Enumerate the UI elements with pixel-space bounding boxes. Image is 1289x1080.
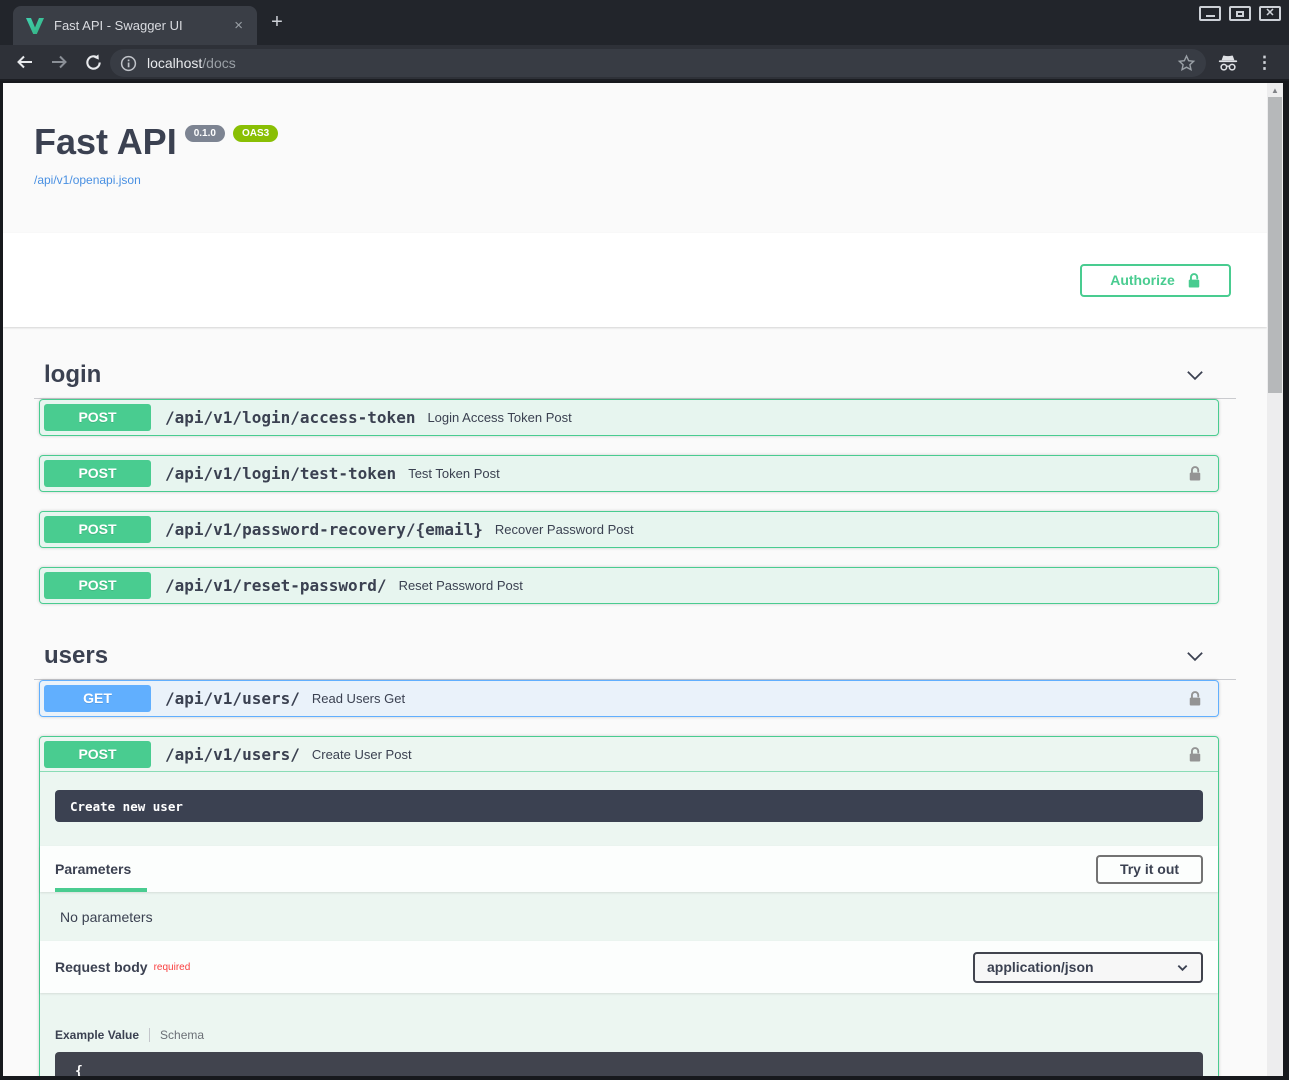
op-summary-text: Reset Password Post — [399, 578, 523, 593]
scrollbar-thumb[interactable] — [1268, 97, 1282, 393]
opblock-create-user: POST /api/v1/users/ Create User Post Cre… — [39, 736, 1219, 1076]
method-badge: POST — [44, 741, 151, 768]
tab-schema[interactable]: Schema — [160, 1028, 204, 1042]
tab-separator — [149, 1028, 150, 1042]
method-badge: POST — [44, 516, 151, 543]
op-path: /api/v1/reset-password/ — [165, 576, 387, 595]
oas-badge: OAS3 — [233, 125, 278, 142]
page-info-icon[interactable] — [120, 55, 137, 72]
version-badge: 0.1.0 — [185, 125, 225, 142]
titlebar: Fast API - Swagger UI × + ✕ — [0, 0, 1289, 45]
request-body-header: Request body required application/json — [40, 941, 1218, 993]
method-badge: POST — [44, 572, 151, 599]
example-code-block[interactable]: { — [55, 1052, 1203, 1076]
authorize-button[interactable]: Authorize — [1080, 264, 1231, 297]
opblock-read-users[interactable]: GET /api/v1/users/ Read Users Get — [39, 680, 1219, 717]
tag-section-users[interactable]: users — [34, 632, 1236, 680]
op-path: /api/v1/users/ — [165, 689, 300, 708]
op-summary-text: Read Users Get — [312, 691, 405, 706]
tab-example-value[interactable]: Example Value — [55, 1028, 139, 1042]
parameters-header: Parameters Try it out — [40, 846, 1218, 892]
tab-close-icon[interactable]: × — [230, 18, 247, 33]
operation-description: Create new user — [55, 790, 1203, 822]
api-info: Fast API 0.1.0 OAS3 /api/v1/openapi.json — [34, 121, 1267, 187]
window-controls: ✕ — [1199, 6, 1281, 21]
op-summary-text: Recover Password Post — [495, 522, 634, 537]
scrollbar-up-arrow[interactable]: ▲ — [1267, 83, 1283, 98]
try-it-out-button[interactable]: Try it out — [1096, 855, 1203, 884]
url-text[interactable]: localhost/docs — [147, 55, 1177, 71]
auth-lock-icon[interactable] — [1188, 465, 1202, 482]
minimize-button[interactable] — [1199, 6, 1221, 21]
reload-icon[interactable] — [76, 53, 110, 72]
tag-section-login[interactable]: login — [34, 351, 1236, 399]
scheme-container: Authorize — [3, 233, 1267, 327]
method-badge: POST — [44, 404, 151, 431]
method-badge: POST — [44, 460, 151, 487]
media-type-select[interactable]: application/json — [973, 952, 1203, 983]
unlocked-lock-icon — [1187, 272, 1201, 289]
chevron-down-icon[interactable] — [1184, 364, 1206, 386]
op-path: /api/v1/login/test-token — [165, 464, 396, 483]
auth-lock-icon[interactable] — [1188, 746, 1202, 763]
swagger-page: Fast API 0.1.0 OAS3 /api/v1/openapi.json A… — [3, 83, 1267, 1076]
opblock-login-access-token[interactable]: POST /api/v1/login/access-token Login Ac… — [39, 399, 1219, 436]
address-bar[interactable]: localhost/docs — [110, 49, 1206, 77]
auth-lock-icon[interactable] — [1188, 690, 1202, 707]
tag-title: users — [44, 642, 108, 670]
no-parameters-text: No parameters — [40, 892, 1218, 941]
op-path: /api/v1/password-recovery/{email} — [165, 520, 483, 539]
request-body-label: Request body — [55, 959, 148, 975]
tag-title: login — [44, 361, 101, 389]
active-tab-underline — [55, 888, 147, 892]
opblock-summary[interactable]: POST /api/v1/users/ Create User Post — [40, 737, 1218, 772]
back-icon[interactable] — [8, 52, 42, 72]
method-badge: GET — [44, 685, 151, 712]
op-path: /api/v1/users/ — [165, 745, 300, 764]
required-label: required — [154, 962, 191, 973]
parameters-label: Parameters — [55, 861, 131, 877]
media-type-value: application/json — [987, 959, 1176, 975]
page-title: Fast API — [34, 121, 177, 162]
opblock-login-test-token[interactable]: POST /api/v1/login/test-token Test Token… — [39, 455, 1219, 492]
op-summary-text: Create User Post — [312, 747, 412, 762]
tab-title: Fast API - Swagger UI — [54, 18, 230, 33]
chevron-down-icon[interactable] — [1184, 645, 1206, 667]
forward-icon[interactable] — [42, 52, 76, 72]
browser-menu-icon[interactable]: ⋮ — [1246, 53, 1283, 73]
new-tab-button[interactable]: + — [264, 12, 290, 32]
incognito-icon — [1209, 53, 1246, 73]
browser-toolbar: localhost/docs ⋮ — [0, 45, 1289, 81]
op-summary-text: Test Token Post — [408, 466, 500, 481]
browser-tab[interactable]: Fast API - Swagger UI × — [13, 6, 257, 45]
page-scrollbar[interactable]: ▲ — [1267, 83, 1283, 1076]
model-example: Example Value Schema { — [40, 993, 1218, 1076]
op-summary-text: Login Access Token Post — [427, 410, 571, 425]
openapi-spec-link[interactable]: /api/v1/openapi.json — [34, 173, 1267, 187]
opblock-password-recovery[interactable]: POST /api/v1/password-recovery/{email} R… — [39, 511, 1219, 548]
close-button[interactable]: ✕ — [1259, 6, 1281, 21]
op-path: /api/v1/login/access-token — [165, 408, 415, 427]
opblock-reset-password[interactable]: POST /api/v1/reset-password/ Reset Passw… — [39, 567, 1219, 604]
bookmark-star-icon[interactable] — [1177, 54, 1196, 73]
vite-favicon-icon — [26, 18, 44, 34]
maximize-button[interactable] — [1229, 6, 1251, 21]
browser-window: Fast API - Swagger UI × + ✕ localhost/do… — [0, 0, 1289, 1080]
select-chevron-down-icon — [1176, 961, 1189, 974]
